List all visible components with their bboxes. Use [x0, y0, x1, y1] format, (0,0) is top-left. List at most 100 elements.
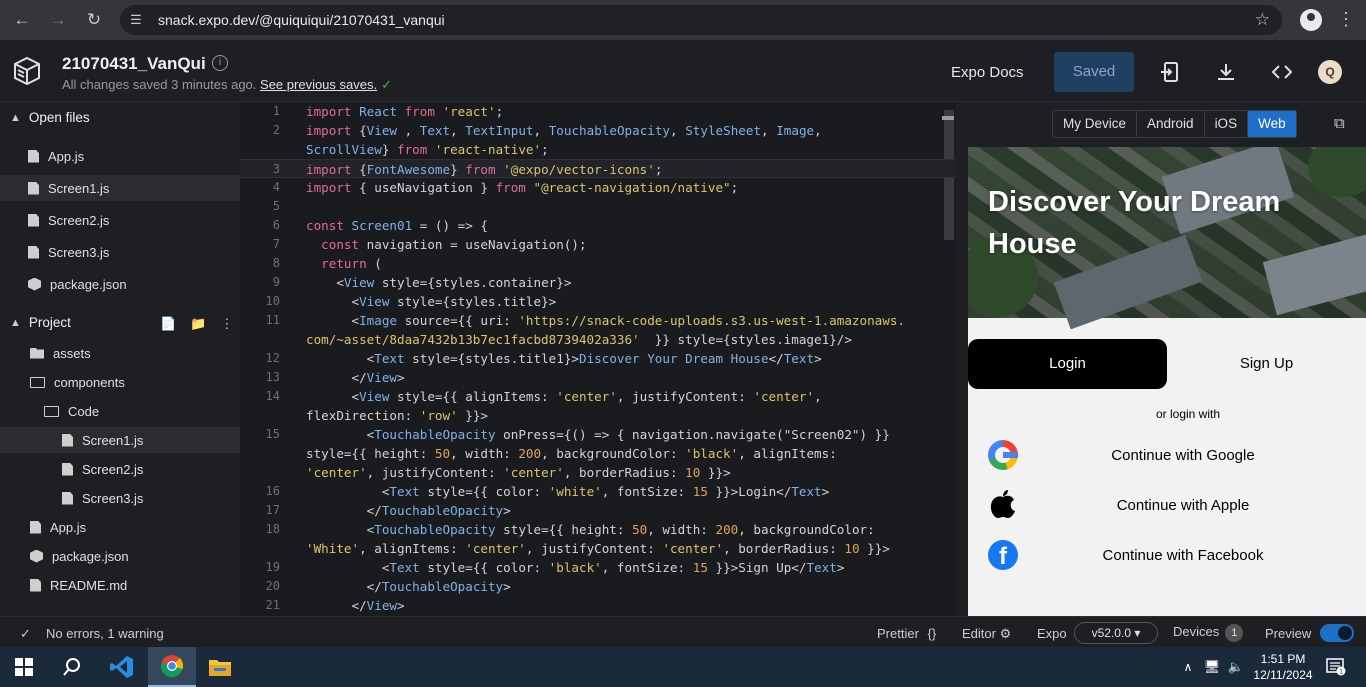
tree-label: assets [53, 345, 91, 361]
run-on-device-icon[interactable] [1161, 62, 1179, 82]
editor-settings-button[interactable]: Editor ⚙ [962, 626, 1011, 642]
code-line[interactable]: style={{ height: 50, width: 200, backgro… [240, 444, 956, 463]
code-line[interactable]: 18 <TouchableOpacity style={{ height: 50… [240, 520, 956, 539]
notifications-icon[interactable]: 1 [1318, 647, 1354, 687]
profile-icon[interactable] [1300, 9, 1322, 31]
code-text: com/~asset/8daa7432b13b7ec1facbd8739402a… [306, 332, 852, 347]
sdk-version-value: v52.0.0 [1091, 626, 1131, 640]
clock-date: 12/11/2024 [1253, 668, 1313, 682]
tree-item-screen1[interactable]: Screen1.js [0, 427, 240, 453]
code-line[interactable]: 5 [240, 197, 956, 216]
code-line[interactable]: 21 </View> [240, 596, 956, 615]
search-icon[interactable] [48, 647, 96, 687]
site-info-icon[interactable]: ☰ [130, 12, 146, 28]
code-line[interactable]: 'center', justifyContent: 'center', bord… [240, 463, 956, 482]
tab-android[interactable]: Android [1137, 111, 1205, 137]
google-login-button[interactable]: Continue with Google [968, 437, 1366, 477]
open-files-header[interactable]: ▲ Open files [10, 110, 90, 125]
open-file-item[interactable]: package.json [0, 271, 240, 297]
tree-item-readme[interactable]: README.md [0, 572, 240, 598]
info-icon[interactable]: i [212, 55, 228, 71]
open-file-item[interactable]: Screen2.js [0, 207, 240, 233]
project-title[interactable]: 21070431_VanQui [62, 54, 206, 74]
code-line[interactable]: com/~asset/8daa7432b13b7ec1facbd8739402a… [240, 330, 956, 349]
code-line[interactable]: 11 <Image source={{ uri: 'https://snack-… [240, 311, 956, 330]
bookmark-star-icon[interactable]: ☆ [1255, 10, 1270, 30]
tree-item-app[interactable]: App.js [0, 514, 240, 540]
sdk-version-select[interactable]: v52.0.0 ▾ [1074, 622, 1158, 644]
code-line[interactable]: 6 const Screen01 = () => { [240, 216, 956, 235]
user-avatar[interactable]: Q [1318, 60, 1342, 84]
code-line[interactable]: 14 <View style={{ alignItems: 'center', … [240, 387, 956, 406]
tab-my-device[interactable]: My Device [1053, 111, 1138, 137]
saved-button[interactable]: Saved [1054, 52, 1134, 92]
problems-status[interactable]: No errors, 1 warning [46, 626, 164, 641]
code-line[interactable]: 8 return ( [240, 254, 956, 273]
code-editor[interactable]: 1 import React from 'react'; 2 import {Vie… [240, 102, 956, 616]
download-icon[interactable] [1217, 63, 1235, 81]
vscode-icon[interactable] [98, 647, 146, 687]
browser-menu-icon[interactable]: ⋮ [1337, 9, 1355, 30]
login-button[interactable]: Login [968, 339, 1167, 389]
code-line[interactable]: 4 import { useNavigation } from "@react-n… [240, 178, 956, 197]
tree-item-screen2[interactable]: Screen2.js [0, 456, 240, 482]
forward-icon[interactable]: → [46, 8, 70, 32]
tab-ios[interactable]: iOS [1205, 111, 1249, 137]
open-file-item[interactable]: App.js [0, 143, 240, 169]
apple-login-button[interactable]: Continue with Apple [968, 487, 1366, 527]
project-header[interactable]: ▲ Project [10, 315, 71, 330]
chrome-icon[interactable] [148, 647, 196, 687]
code-line[interactable]: ScrollView} from 'react-native'; [240, 140, 956, 159]
network-icon[interactable]: 🖥 [1200, 647, 1224, 687]
new-folder-icon[interactable]: 📁 [190, 316, 206, 332]
code-line[interactable]: 10 <View style={styles.title}> [240, 292, 956, 311]
signup-button[interactable]: Sign Up [1167, 339, 1366, 389]
facebook-login-button[interactable]: f Continue with Facebook [968, 537, 1366, 577]
volume-muted-icon[interactable]: 🔈 [1224, 647, 1248, 687]
code-line[interactable]: flexDirection: 'row' }}> [240, 406, 956, 425]
code-line[interactable]: 16 <Text style={{ color: 'white', fontSi… [240, 482, 956, 501]
code-line[interactable]: 12 <Text style={styles.title1}>Discover … [240, 349, 956, 368]
code-text: </TouchableOpacity> [306, 503, 511, 518]
address-bar[interactable]: ☰ snack.expo.dev/@quiquiqui/21070431_van… [120, 5, 1282, 35]
code-line[interactable]: 19 <Text style={{ color: 'black', fontSi… [240, 558, 956, 577]
tree-item-package[interactable]: package.json [0, 543, 240, 569]
code-line[interactable]: 3 import {FontAwesome} from '@expo/vector… [240, 159, 956, 178]
prettier-button[interactable]: Prettier {} [877, 626, 936, 641]
tree-item-components[interactable]: components [0, 369, 240, 395]
code-line[interactable]: 15 <TouchableOpacity onPress={() => { na… [240, 425, 956, 444]
preview-toggle[interactable] [1320, 624, 1354, 642]
tree-item-code[interactable]: Code [0, 398, 240, 424]
devices-button[interactable]: Devices 1 [1173, 624, 1244, 642]
embed-code-icon[interactable] [1272, 65, 1292, 79]
previous-saves-link[interactable]: See previous saves. [260, 77, 377, 92]
back-icon[interactable]: ← [10, 8, 34, 32]
line-number: 21 [265, 598, 280, 612]
more-options-icon[interactable]: ⋮ [220, 316, 233, 332]
file-explorer-icon[interactable] [196, 647, 244, 687]
tree-item-screen3[interactable]: Screen3.js [0, 485, 240, 511]
pane-divider[interactable] [956, 102, 968, 616]
tab-web[interactable]: Web [1248, 111, 1296, 137]
code-line[interactable]: 13 </View> [240, 368, 956, 387]
code-line[interactable]: 'White', alignItems: 'center', justifyCo… [240, 539, 956, 558]
code-line[interactable]: 1 import React from 'react'; [240, 102, 956, 121]
code-text: <Image source={{ uri: 'https://snack-cod… [306, 313, 905, 328]
code-line[interactable]: 17 </TouchableOpacity> [240, 501, 956, 520]
reload-icon[interactable]: ↻ [82, 8, 106, 32]
expo-docs-link[interactable]: Expo Docs [951, 64, 1024, 81]
platform-switcher: My Device Android iOS Web [1052, 110, 1297, 138]
windows-start-icon[interactable] [0, 647, 48, 687]
open-file-item[interactable]: Screen1.js [0, 175, 240, 201]
tree-item-assets[interactable]: assets [0, 340, 240, 366]
code-line[interactable]: 9 <View style={styles.container}> [240, 273, 956, 292]
open-file-item[interactable]: Screen3.js [0, 239, 240, 265]
chevron-up-icon[interactable]: ∧ [1176, 647, 1200, 687]
new-file-icon[interactable]: 📄 [160, 316, 176, 332]
code-line[interactable]: 7 const navigation = useNavigation(); [240, 235, 956, 254]
code-text: <View style={{ alignItems: 'center', jus… [306, 389, 822, 404]
code-line[interactable]: 20 </TouchableOpacity> [240, 577, 956, 596]
system-clock[interactable]: 1:51 PM 12/11/2024 [1252, 651, 1314, 683]
code-line[interactable]: 2 import {View , Text, TextInput, Touchab… [240, 121, 956, 140]
open-external-icon[interactable]: ⧉ [1334, 115, 1345, 132]
